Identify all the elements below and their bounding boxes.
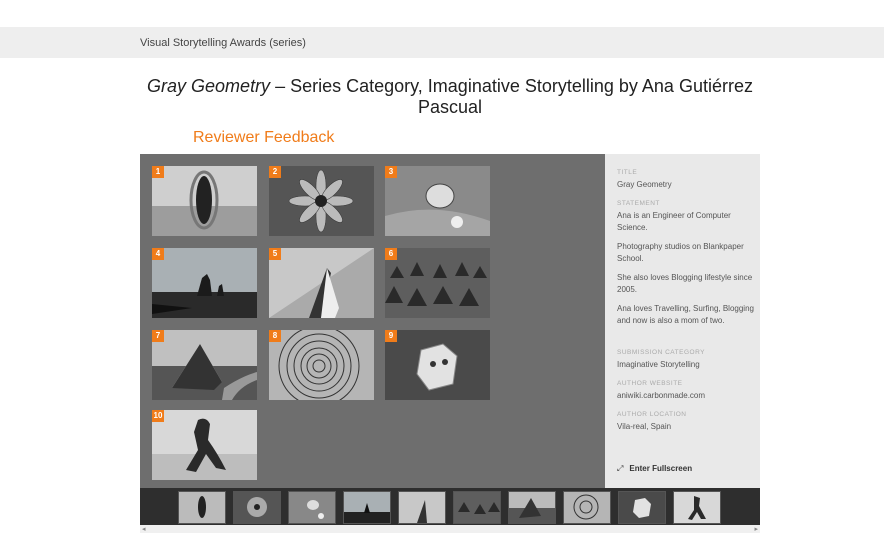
website-label: AUTHOR WEBSITE bbox=[617, 380, 683, 387]
leaf-tip-photo bbox=[269, 248, 374, 318]
statement-paragraph: Photography studios on Blankpaper School… bbox=[617, 242, 744, 263]
strip-thumb-4[interactable] bbox=[343, 491, 391, 524]
scroll-left-icon[interactable]: ◂ bbox=[142, 525, 146, 533]
thumbnail-strip bbox=[140, 488, 760, 525]
strip-thumb-5[interactable] bbox=[398, 491, 446, 524]
strip-thumb-7[interactable] bbox=[508, 491, 556, 524]
strip-thumb-9[interactable] bbox=[618, 491, 666, 524]
location-label: AUTHOR LOCATION bbox=[617, 411, 687, 418]
rock-hole-photo bbox=[179, 492, 225, 523]
photo-thumb-9[interactable]: 9 bbox=[385, 330, 490, 400]
pyramid-photo bbox=[509, 492, 555, 523]
location-value: Vila-real, Spain bbox=[617, 422, 672, 431]
sand-spikes-photo bbox=[454, 492, 500, 523]
photo-thumb-10[interactable]: 10 bbox=[152, 410, 257, 480]
fullscreen-button[interactable]: ⤢ Enter Fullscreen bbox=[617, 464, 692, 474]
top-bar: Visual Storytelling Awards (series) bbox=[0, 27, 884, 58]
photo-number: 10 bbox=[152, 410, 164, 422]
statement-paragraph: Ana is an Engineer of Computer Science. bbox=[617, 211, 731, 232]
photo-thumb-3[interactable]: 3 bbox=[385, 166, 490, 236]
photo-number: 6 bbox=[385, 248, 397, 260]
category-value: Imaginative Storytelling bbox=[617, 360, 700, 369]
scroll-right-icon[interactable]: ▸ bbox=[754, 525, 758, 533]
fullscreen-label: Enter Fullscreen bbox=[629, 464, 693, 473]
stone-face-photo bbox=[619, 492, 665, 523]
website-link[interactable]: aniwiki.carbonmade.com bbox=[617, 390, 757, 402]
title-italic: Gray Geometry bbox=[147, 76, 271, 96]
photo-thumb-4[interactable]: 4 bbox=[152, 248, 257, 318]
mushroom-photo bbox=[289, 492, 335, 523]
photo-thumb-8[interactable]: 8 bbox=[269, 330, 374, 400]
category-label: SUBMISSION CATEGORY bbox=[617, 349, 705, 356]
strip-thumb-2[interactable] bbox=[233, 491, 281, 524]
sea-stacks-photo bbox=[152, 248, 257, 318]
photo-number: 2 bbox=[269, 166, 281, 178]
page-title: Gray Geometry – Series Category, Imagina… bbox=[140, 76, 760, 118]
photo-thumb-7[interactable]: 7 bbox=[152, 330, 257, 400]
driftwood-photo bbox=[152, 410, 257, 480]
title-rest: – Series Category, Imaginative Storytell… bbox=[270, 76, 753, 117]
photo-gallery: 1 2 3 4 5 6 7 8 9 10 bbox=[140, 154, 605, 488]
photo-thumb-1[interactable]: 1 bbox=[152, 166, 257, 236]
flower-photo bbox=[269, 166, 374, 236]
horizontal-scrollbar[interactable]: ◂ ▸ bbox=[140, 525, 760, 533]
rock-hole-photo bbox=[152, 166, 257, 236]
photo-number: 8 bbox=[269, 330, 281, 342]
photo-number: 1 bbox=[152, 166, 164, 178]
statement-paragraph: Ana loves Travelling, Surfing, Blogging … bbox=[617, 304, 754, 325]
title-label: TITLE bbox=[617, 169, 638, 176]
photo-thumb-2[interactable]: 2 bbox=[269, 166, 374, 236]
info-panel: TITLE Gray Geometry STATEMENT Ana is an … bbox=[605, 154, 760, 488]
strip-thumb-1[interactable] bbox=[178, 491, 226, 524]
photo-thumb-5[interactable]: 5 bbox=[269, 248, 374, 318]
breadcrumb[interactable]: Visual Storytelling Awards (series) bbox=[140, 37, 306, 49]
statement-paragraph: She also loves Blogging lifestyle since … bbox=[617, 273, 753, 294]
photo-number: 7 bbox=[152, 330, 164, 342]
photo-number: 9 bbox=[385, 330, 397, 342]
strip-thumb-8[interactable] bbox=[563, 491, 611, 524]
photo-number: 4 bbox=[152, 248, 164, 260]
sand-spikes-photo bbox=[385, 248, 490, 318]
photo-thumb-6[interactable]: 6 bbox=[385, 248, 490, 318]
tree-rings-photo bbox=[564, 492, 610, 523]
flower-photo bbox=[234, 492, 280, 523]
expand-icon: ⤢ bbox=[617, 464, 624, 473]
driftwood-photo bbox=[674, 492, 720, 523]
strip-thumb-6[interactable] bbox=[453, 491, 501, 524]
reviewer-feedback-link[interactable]: Reviewer Feedback bbox=[193, 129, 334, 147]
title-value: Gray Geometry bbox=[617, 180, 672, 189]
photo-number: 3 bbox=[385, 166, 397, 178]
strip-thumb-3[interactable] bbox=[288, 491, 336, 524]
tree-rings-photo bbox=[269, 330, 374, 400]
mushroom-photo bbox=[385, 166, 490, 236]
stone-face-photo bbox=[385, 330, 490, 400]
leaf-tip-photo bbox=[399, 492, 445, 523]
photo-number: 5 bbox=[269, 248, 281, 260]
strip-thumb-10[interactable] bbox=[673, 491, 721, 524]
statement-label: STATEMENT bbox=[617, 200, 660, 207]
pyramid-photo bbox=[152, 330, 257, 400]
sea-stacks-photo bbox=[344, 492, 390, 523]
